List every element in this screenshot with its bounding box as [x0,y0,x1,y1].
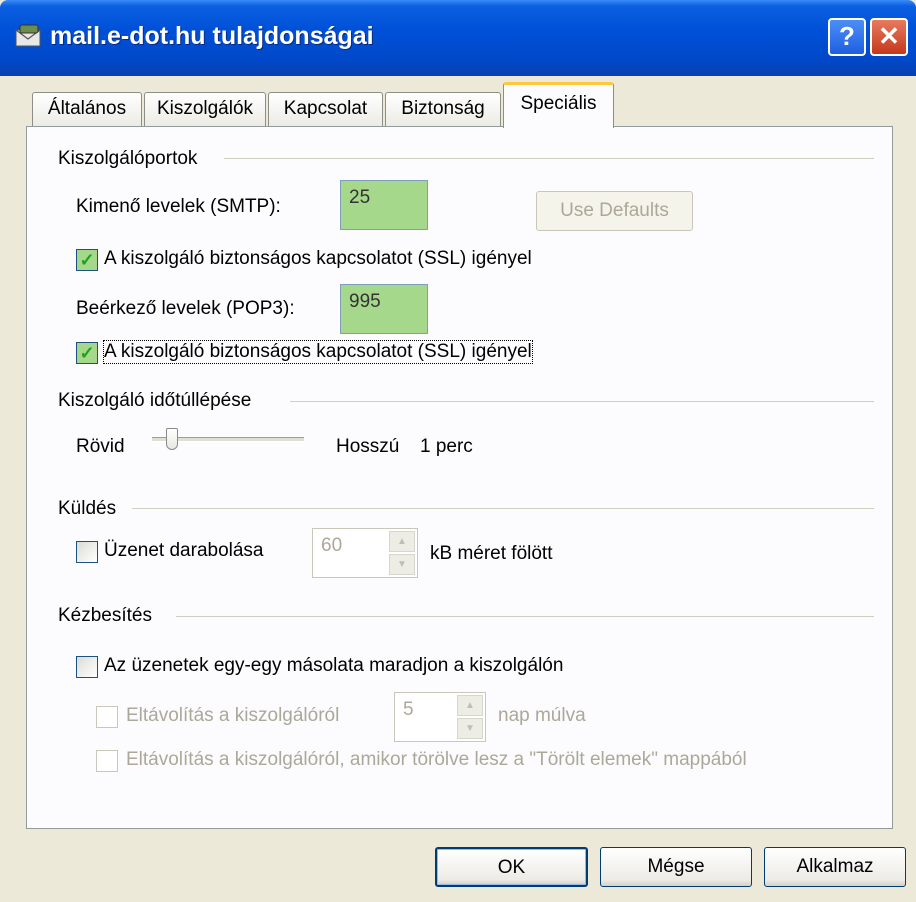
timeout-value: 1 perc [420,436,473,457]
split-message-checkbox[interactable] [76,541,98,563]
pop3-port-input[interactable]: 995 [340,284,428,334]
smtp-ssl-label[interactable]: A kiszolgáló biztonságos kapcsolatot (SS… [104,248,532,270]
smtp-port-input[interactable]: 25 [340,180,428,230]
cancel-button[interactable]: Mégse [600,847,752,887]
smtp-ssl-checkbox[interactable]: ✓ [76,249,98,271]
checkmark-icon: ✓ [79,250,95,270]
timeout-long-label: Hosszú [336,436,400,457]
remove-after-value: 5 [403,699,414,720]
remove-after-label: Eltávolítás a kiszolgálóról [126,705,340,726]
server-ports-group-label: Kiszolgálóportok [58,148,198,169]
tab-kiszolgalok[interactable]: Kiszolgálók [144,92,266,126]
mail-account-icon [15,24,41,47]
apply-button[interactable]: Alkalmaz [764,847,906,887]
timeout-short-label: Rövid [76,436,125,457]
remove-after-checkbox[interactable] [96,706,118,728]
pop3-ssl-label[interactable]: A kiszolgáló biztonságos kapcsolatot (SS… [103,340,533,364]
pop3-ssl-checkbox[interactable]: ✓ [76,342,98,364]
ok-button[interactable]: OK [435,847,588,887]
remove-when-deleted-label: Eltávolítás a kiszolgálóról, amikor törö… [126,749,747,770]
tab-specialis[interactable]: Speciális [503,82,614,128]
spin-up-button[interactable]: ▲ [457,695,483,716]
keep-copy-label[interactable]: Az üzenetek egy-egy másolata maradjon a … [104,655,563,677]
timeout-group-label: Kiszolgáló időtúllépése [58,390,252,411]
window-title: mail.e-dot.hu tulajdonságai [50,22,374,50]
tab-biztonsag[interactable]: Biztonság [385,92,501,126]
group-divider [176,616,874,617]
checkmark-icon: ✓ [79,343,95,363]
remove-after-suffix: nap múlva [498,705,586,726]
split-message-label[interactable]: Üzenet darabolása [104,540,264,562]
split-size-spinner[interactable]: 60 ▲ ▼ [312,528,418,578]
spin-down-button[interactable]: ▼ [389,554,415,575]
spin-down-button[interactable]: ▼ [457,718,483,739]
group-divider [224,158,874,159]
pop3-port-label: Beérkező levelek (POP3): [76,298,295,319]
split-size-value: 60 [321,535,343,556]
smtp-port-label: Kimenő levelek (SMTP): [76,196,281,217]
tab-kapcsolat[interactable]: Kapcsolat [268,92,383,126]
help-button[interactable]: ? [828,18,866,56]
title-bar[interactable]: mail.e-dot.hu tulajdonságai ? ✕ [0,0,916,76]
sending-group-label: Küldés [58,498,117,519]
spin-up-button[interactable]: ▲ [389,531,415,552]
properties-dialog: mail.e-dot.hu tulajdonságai ? ✕ Általáno… [0,0,916,902]
remove-when-deleted-checkbox[interactable] [96,750,118,772]
tab-altalanos[interactable]: Általános [32,92,142,126]
group-divider [290,401,874,402]
keep-copy-checkbox[interactable] [76,656,98,678]
group-divider [132,508,874,509]
delivery-group-label: Kézbesítés [58,605,152,626]
use-defaults-button[interactable]: Use Defaults [536,191,693,231]
close-button[interactable]: ✕ [870,18,908,56]
remove-after-spinner[interactable]: 5 ▲ ▼ [394,692,486,742]
timeout-slider-thumb[interactable] [166,428,178,450]
split-size-suffix: kB méret fölött [430,543,553,564]
